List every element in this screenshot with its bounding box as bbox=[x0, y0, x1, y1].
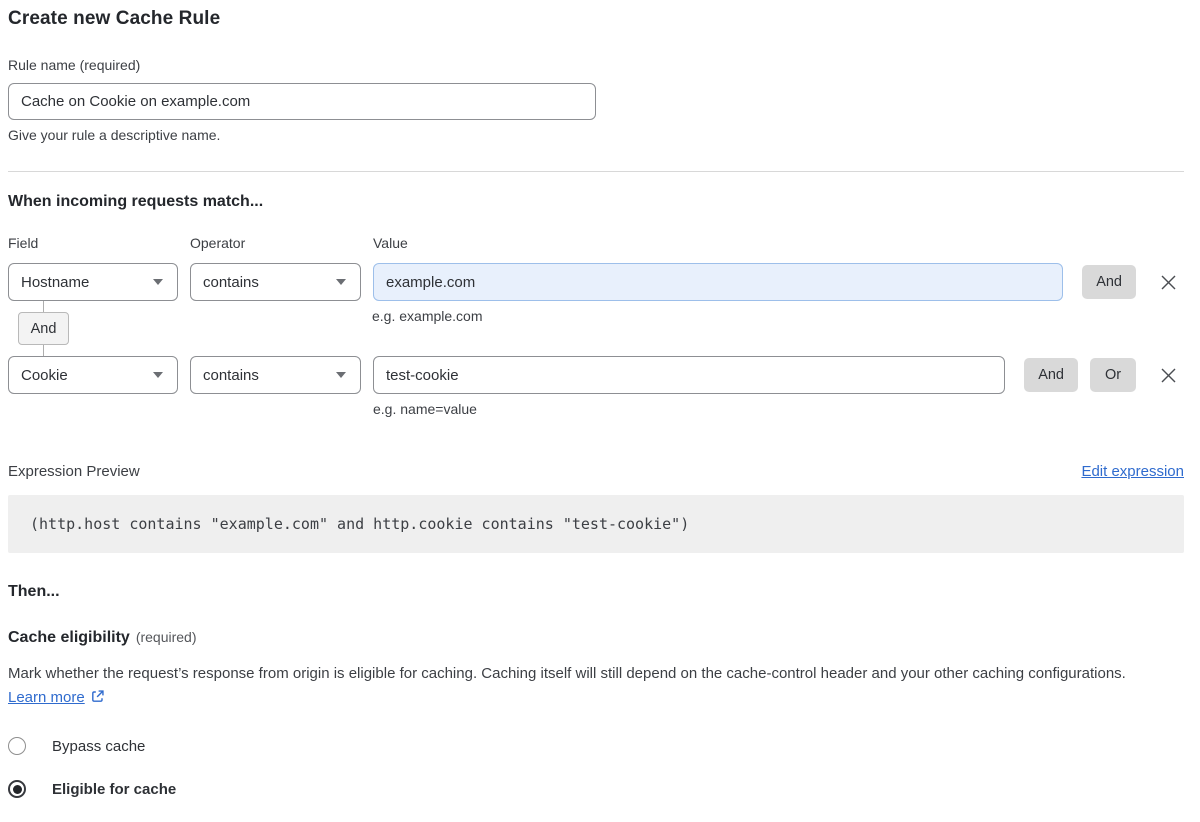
radio-label: Bypass cache bbox=[52, 738, 145, 755]
value-hint: e.g. name=value bbox=[373, 401, 1184, 417]
close-icon bbox=[1160, 367, 1177, 384]
required-note: (required) bbox=[136, 629, 197, 645]
operator-select[interactable]: contains bbox=[190, 263, 361, 301]
cache-eligibility-heading: Cache eligibility (required) bbox=[8, 629, 1184, 647]
connector-line-top bbox=[43, 301, 44, 312]
cache-eligibility-description: Mark whether the request’s response from… bbox=[8, 662, 1168, 712]
remove-condition-button[interactable] bbox=[1158, 272, 1178, 292]
operator-select-value: contains bbox=[203, 274, 259, 291]
connector-and-hint-row: And e.g. example.com bbox=[8, 301, 1184, 356]
or-button[interactable]: Or bbox=[1090, 358, 1136, 392]
condition-column-labels: Field Operator Value bbox=[8, 235, 1184, 251]
condition-row: Hostname contains And bbox=[8, 263, 1184, 301]
match-heading: When incoming requests match... bbox=[8, 193, 1184, 211]
external-link-icon bbox=[90, 688, 105, 712]
cache-eligibility-title: Cache eligibility bbox=[8, 629, 130, 646]
connector-and-button[interactable]: And bbox=[18, 312, 69, 345]
value-hint: e.g. example.com bbox=[372, 308, 483, 324]
close-icon bbox=[1160, 274, 1177, 291]
expression-code-block: (http.host contains "example.com" and ht… bbox=[8, 495, 1184, 553]
field-select-value: Hostname bbox=[21, 274, 89, 291]
field-column-label: Field bbox=[8, 235, 190, 251]
remove-condition-button[interactable] bbox=[1158, 365, 1178, 385]
rule-name-helper: Give your rule a descriptive name. bbox=[8, 127, 1184, 143]
chevron-down-icon bbox=[336, 279, 346, 285]
learn-more-link[interactable]: Learn more bbox=[8, 689, 85, 706]
field-select-value: Cookie bbox=[21, 367, 68, 384]
radio-option-bypass-cache[interactable]: Bypass cache bbox=[8, 737, 1184, 755]
radio-button-icon[interactable] bbox=[8, 780, 26, 798]
radio-option-eligible-for-cache[interactable]: Eligible for cache bbox=[8, 780, 1184, 798]
connector-column: And bbox=[8, 301, 372, 356]
value-column-label: Value bbox=[373, 235, 1184, 251]
description-text: Mark whether the request’s response from… bbox=[8, 665, 1126, 682]
operator-select[interactable]: contains bbox=[190, 356, 361, 394]
value-input[interactable] bbox=[373, 356, 1005, 394]
condition-row: Cookie contains And Or bbox=[8, 356, 1184, 394]
and-button[interactable]: And bbox=[1024, 358, 1078, 392]
connector-line-bottom bbox=[43, 345, 44, 356]
rule-name-label: Rule name (required) bbox=[8, 57, 1184, 73]
section-divider bbox=[8, 171, 1184, 172]
operator-select-value: contains bbox=[203, 367, 259, 384]
expression-preview-header: Expression Preview Edit expression bbox=[8, 463, 1184, 480]
and-button[interactable]: And bbox=[1082, 265, 1136, 299]
chevron-down-icon bbox=[153, 279, 163, 285]
edit-expression-link[interactable]: Edit expression bbox=[1081, 463, 1184, 480]
page-title: Create new Cache Rule bbox=[8, 8, 1184, 30]
operator-column-label: Operator bbox=[190, 235, 373, 251]
chevron-down-icon bbox=[336, 372, 346, 378]
create-cache-rule-page: Create new Cache Rule Rule name (require… bbox=[0, 0, 1200, 822]
rule-name-input[interactable] bbox=[8, 83, 596, 120]
value-input[interactable] bbox=[373, 263, 1063, 301]
radio-label: Eligible for cache bbox=[52, 781, 176, 798]
chevron-down-icon bbox=[153, 372, 163, 378]
then-heading: Then... bbox=[8, 583, 1184, 601]
field-select[interactable]: Hostname bbox=[8, 263, 178, 301]
radio-button-icon[interactable] bbox=[8, 737, 26, 755]
expression-preview-label: Expression Preview bbox=[8, 463, 140, 480]
field-select[interactable]: Cookie bbox=[8, 356, 178, 394]
